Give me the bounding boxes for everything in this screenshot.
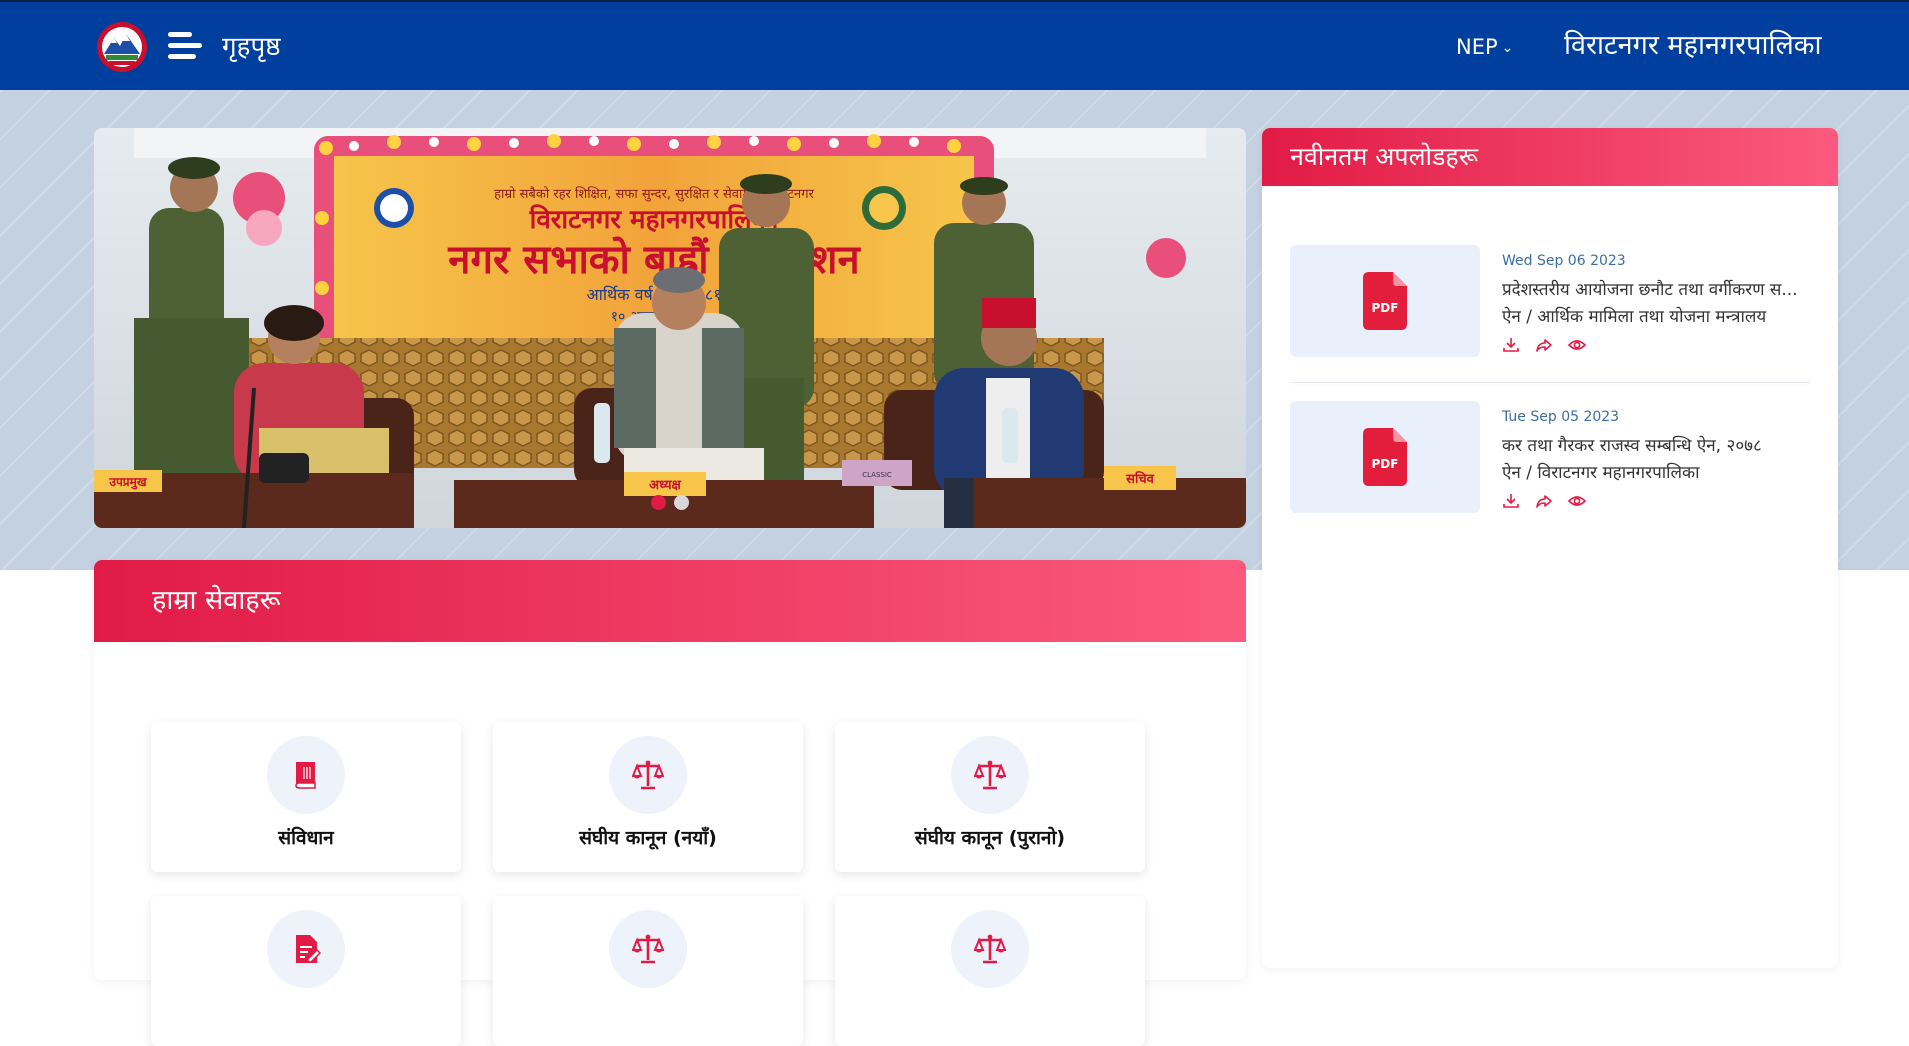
menu-hamburger-icon[interactable] [168,30,204,62]
service-card-federal-law-old[interactable]: संघीय कानून (पुरानो) [835,722,1145,872]
share-icon[interactable] [1535,337,1553,353]
share-icon[interactable] [1535,493,1553,509]
scales-icon [632,760,664,790]
top-navbar: गृहपृष्ठ NEP ⌄ विराटनगर महानगरपालिका [0,0,1909,90]
service-icon-circle [609,736,687,814]
home-link[interactable]: गृहपृष्ठ [222,30,281,64]
carousel-slide-photo: हाम्रो सबैको रहर शिक्षित, सफा सुन्दर, सु… [94,128,1246,528]
upload-actions [1502,493,1596,509]
language-selector[interactable]: NEP ⌄ [1456,32,1513,63]
pdf-label: PDF [1372,301,1399,315]
service-icon-circle [951,910,1029,988]
nameplate-center: अध्यक्ष [649,478,681,493]
service-label: संघीय कानून (पुरानो) [914,827,1066,849]
service-card-federal-law-new[interactable]: संघीय कानून (नयाँ) [493,722,803,872]
service-icon-circle [609,910,687,988]
view-eye-icon[interactable] [1568,337,1587,353]
upload-date: Wed Sep 06 2023 [1502,253,1626,269]
view-eye-icon[interactable] [1568,493,1587,509]
upload-title[interactable]: कर तथा गैरकर राजस्व सम्बन्धि ऐन, २०७८ [1502,433,1802,456]
service-card-constitution[interactable]: संविधान [151,722,461,872]
upload-divider [1290,382,1810,383]
book-icon [295,762,316,789]
nameplate-left: उपप्रमुख [108,475,147,490]
nameplate-right: सचिव [1125,471,1154,487]
service-card[interactable] [493,896,803,1046]
language-label: NEP [1456,35,1498,59]
service-card[interactable] [835,896,1145,1046]
nepal-emblem-logo[interactable] [94,20,150,74]
tissue-box-label: CLASSIC [862,471,892,479]
carousel-dot-1[interactable] [651,495,666,510]
upload-item[interactable]: PDF Wed Sep 06 2023 प्रदेशस्तरीय आयोजना … [1290,245,1810,357]
document-edit-icon [296,935,322,963]
pdf-label: PDF [1372,457,1399,471]
upload-title[interactable]: प्रदेशस्तरीय आयोजना छनौट तथा वर्गीकरण स.… [1502,277,1802,300]
upload-item[interactable]: PDF Tue Sep 05 2023 कर तथा गैरकर राजस्व … [1290,401,1810,513]
service-icon-circle [267,736,345,814]
carousel-indicators [94,495,1246,514]
upload-category: ऐन / आर्थिक मामिला तथा योजना मन्त्रालय [1502,307,1767,327]
upload-category: ऐन / विराटनगर महानगरपालिका [1502,463,1700,483]
upload-date: Tue Sep 05 2023 [1502,409,1620,425]
upload-thumbnail[interactable]: PDF [1290,401,1480,513]
latest-uploads-heading: नवीनतम अपलोडहरू [1262,128,1838,186]
service-card[interactable] [151,896,461,1046]
image-carousel[interactable]: हाम्रो सबैको रहर शिक्षित, सफा सुन्दर, सु… [94,128,1246,528]
municipality-name: विराटनगर महानगरपालिका [1564,30,1822,61]
download-icon[interactable] [1502,493,1520,509]
service-label: संविधान [278,827,334,849]
service-icon-circle [951,736,1029,814]
scales-icon [974,934,1006,964]
scales-icon [974,760,1006,790]
chevron-down-icon: ⌄ [1501,40,1514,56]
upload-actions [1502,337,1596,353]
service-label: संघीय कानून (नयाँ) [579,827,717,849]
service-icon-circle [267,910,345,988]
download-icon[interactable] [1502,337,1520,353]
pdf-file-icon: PDF [1363,428,1407,486]
upload-thumbnail[interactable]: PDF [1290,245,1480,357]
services-heading: हाम्रा सेवाहरू [94,560,1246,642]
scales-icon [632,934,664,964]
carousel-dot-2[interactable] [674,495,689,510]
pdf-file-icon: PDF [1363,272,1407,330]
